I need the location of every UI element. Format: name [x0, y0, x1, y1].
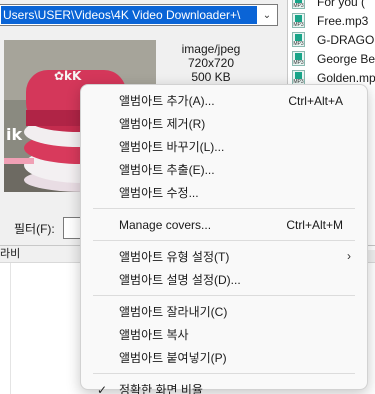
file-name: George Ber — [317, 51, 375, 66]
filter-label: 필터(F): — [14, 221, 55, 236]
cover-mime: image/jpeg — [181, 42, 241, 56]
menu-item-label: 앨범아트 잘라내기(C) — [119, 305, 228, 319]
file-name: Free.mp3 — [317, 13, 369, 28]
menu-item-label: 앨범아트 유형 설정(T) — [119, 250, 230, 264]
file-row[interactable]: George Ber — [288, 49, 375, 68]
file-row[interactable]: Free.mp3 — [288, 11, 375, 30]
chevron-right-icon: › — [347, 249, 351, 263]
menu-item-edit-cover[interactable]: 앨범아트 수정... — [85, 181, 363, 204]
menu-item-paste-cover[interactable]: 앨범아트 붙여넣기(P) — [85, 346, 363, 369]
menu-item-label: 앨범아트 복사 — [119, 328, 189, 342]
mp3-file-icon — [292, 70, 305, 85]
svg-text:✿kK: ✿kK — [54, 69, 82, 83]
menu-item-label: 앨범아트 제거(R) — [119, 117, 206, 131]
menu-item-exact-aspect-ratio[interactable]: ✓ 정확한 화면 비율 — [85, 378, 363, 394]
context-menu: 앨범아트 추가(A)... Ctrl+Alt+A 앨범아트 제거(R) 앨범아트… — [80, 84, 368, 394]
cover-info: image/jpeg 720x720 500 KB — [168, 42, 254, 84]
menu-item-replace-cover[interactable]: 앨범아트 바꾸기(L)... — [85, 135, 363, 158]
path-combobox-value[interactable]: Users\USER\Videos\4K Video Downloader+\ — [1, 6, 257, 24]
file-row[interactable]: G-DRAGON — [288, 30, 375, 49]
file-name: For you ( — [317, 0, 366, 9]
mp3-file-icon — [292, 51, 305, 66]
menu-item-extract-cover[interactable]: 앨범아트 추출(E)... — [85, 158, 363, 181]
menu-item-shortcut: Ctrl+Alt+A — [288, 93, 343, 108]
menu-item-label: Manage covers... — [119, 217, 212, 232]
menu-item-set-cover-description[interactable]: 앨범아트 설명 설정(D)... — [85, 268, 363, 291]
menu-item-set-cover-type[interactable]: 앨범아트 유형 설정(T) › — [85, 245, 363, 268]
mp3-file-icon — [292, 32, 305, 47]
menu-item-label: 앨범아트 수정... — [119, 186, 199, 200]
svg-text:ik: ik — [6, 125, 22, 144]
menu-item-label: 앨범아트 추출(E)... — [119, 163, 215, 177]
checkmark-icon: ✓ — [96, 382, 108, 394]
chevron-down-icon[interactable]: ⌄ — [257, 10, 277, 21]
menu-item-add-cover[interactable]: 앨범아트 추가(A)... Ctrl+Alt+A — [85, 89, 363, 112]
column-divider — [10, 263, 11, 394]
cover-size: 500 KB — [191, 70, 231, 84]
menu-separator — [93, 295, 355, 296]
path-combobox[interactable]: Users\USER\Videos\4K Video Downloader+\ … — [0, 4, 278, 26]
menu-separator — [93, 240, 355, 241]
cover-dimensions: 720x720 — [187, 56, 235, 70]
menu-item-label: 앨범아트 추가(A)... — [119, 94, 215, 108]
file-name: Golden.mp3 — [317, 70, 375, 85]
menu-item-shortcut: Ctrl+Alt+M — [286, 217, 343, 232]
menu-item-cut-cover[interactable]: 앨범아트 잘라내기(C) — [85, 300, 363, 323]
file-name: G-DRAGON — [317, 32, 375, 47]
menu-item-label: 앨범아트 바꾸기(L)... — [119, 140, 225, 154]
file-row[interactable]: For you ( — [288, 0, 375, 11]
menu-item-label: 앨범아트 붙여넣기(P) — [119, 351, 227, 365]
mp3-file-icon — [292, 13, 305, 28]
menu-item-label: 정확한 화면 비율 — [119, 383, 203, 394]
menu-item-manage-covers[interactable]: Manage covers... Ctrl+Alt+M — [85, 213, 363, 236]
menu-item-copy-cover[interactable]: 앨범아트 복사 — [85, 323, 363, 346]
menu-item-label: 앨범아트 설명 설정(D)... — [119, 273, 241, 287]
column-header[interactable]: 라비 — [0, 248, 20, 260]
menu-separator — [93, 373, 355, 374]
menu-separator — [93, 208, 355, 209]
mp3-file-icon — [292, 0, 305, 9]
menu-item-remove-cover[interactable]: 앨범아트 제거(R) — [85, 112, 363, 135]
